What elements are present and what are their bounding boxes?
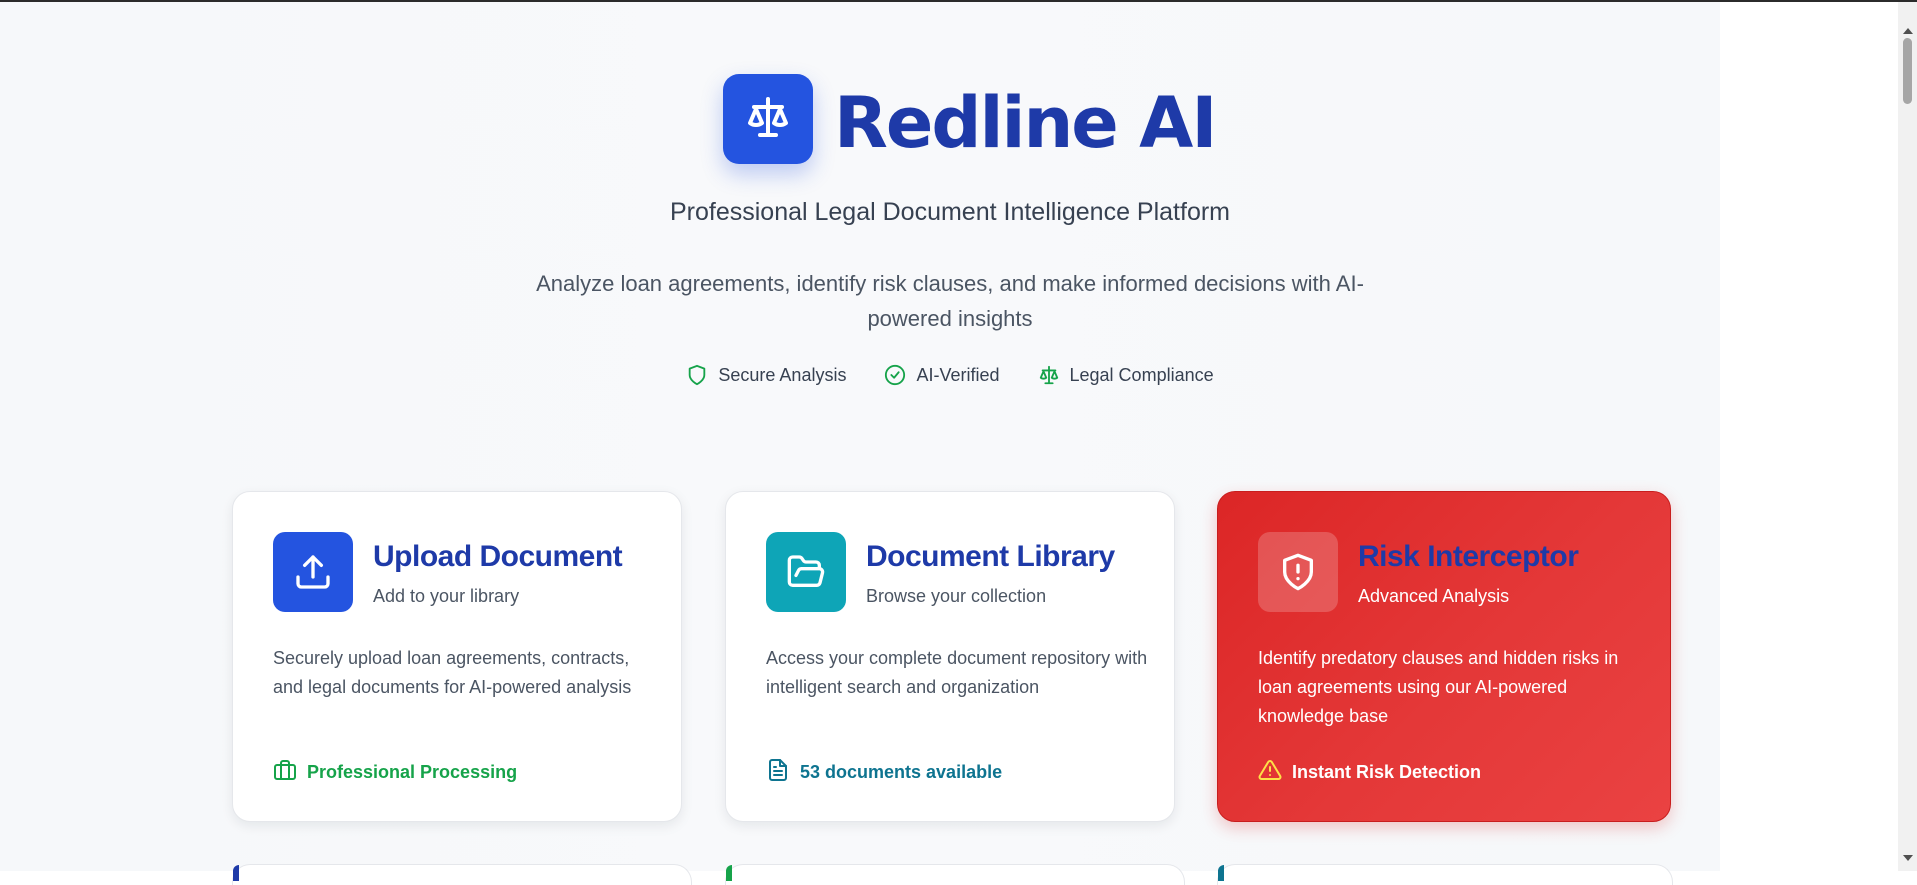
card-title: Document Library [866, 540, 1115, 573]
next-card-peek[interactable] [725, 864, 1185, 885]
next-card-peek[interactable] [1217, 864, 1673, 885]
card-subtitle: Browse your collection [866, 586, 1047, 606]
file-text-icon [766, 758, 790, 787]
feature-label: Secure Analysis [718, 364, 847, 385]
feature-label: Legal Compliance [1069, 364, 1214, 385]
upload-document-card[interactable]: Upload Document Add to your library Secu… [232, 491, 682, 822]
next-card-peek[interactable] [232, 864, 692, 885]
feature-legal-compliance: Legal Compliance [1038, 364, 1214, 386]
card-footer-label: Instant Risk Detection [1292, 762, 1482, 782]
card-footer-label: 53 documents available [800, 762, 1003, 782]
scale-icon [1038, 364, 1060, 386]
card-accent [726, 865, 732, 881]
folder-open-icon [766, 532, 846, 612]
card-accent [233, 865, 239, 881]
scale-icon [744, 93, 792, 146]
card-footer: Instant Risk Detection [1258, 758, 1481, 787]
page-margin [1720, 2, 1898, 871]
vertical-scrollbar[interactable] [1898, 2, 1917, 871]
feature-list: Secure Analysis AI-Verified Legal Compli… [560, 364, 1340, 386]
logo-badge [723, 74, 813, 164]
feature-ai-verified: AI-Verified [884, 364, 1000, 386]
warning-triangle-icon [1258, 758, 1282, 787]
document-library-card[interactable]: Document Library Browse your collection … [725, 491, 1175, 822]
card-subtitle: Add to your library [373, 586, 520, 606]
card-subtitle: Advanced Analysis [1358, 586, 1510, 606]
tagline: Professional Legal Document Intelligence… [669, 198, 1231, 226]
card-description: Securely upload loan agreements, contrac… [273, 648, 632, 697]
feature-label: AI-Verified [916, 364, 1000, 385]
scroll-down-arrow-icon[interactable] [1903, 855, 1913, 861]
hero-description: Analyze loan agreements, identify risk c… [536, 271, 1364, 331]
scrollbar-thumb[interactable] [1903, 38, 1912, 104]
check-circle-icon [884, 364, 906, 386]
card-footer-label: Professional Processing [307, 762, 518, 782]
card-description: Identify predatory clauses and hidden ri… [1258, 648, 1619, 726]
card-description: Access your complete document repository… [766, 648, 1148, 697]
feature-secure-analysis: Secure Analysis [686, 364, 846, 386]
card-title: Upload Document [373, 540, 623, 573]
scroll-up-arrow-icon[interactable] [1903, 28, 1913, 34]
shield-alert-icon [1258, 532, 1338, 612]
card-title: Risk Interceptor [1358, 540, 1579, 573]
card-accent [1218, 865, 1224, 881]
briefcase-icon [273, 758, 297, 787]
card-footer: 53 documents available [766, 758, 1002, 787]
upload-icon [273, 532, 353, 612]
card-footer: Professional Processing [273, 758, 517, 787]
risk-interceptor-card[interactable]: Risk Interceptor Advanced Analysis Ident… [1217, 491, 1671, 822]
shield-icon [686, 364, 708, 386]
app-title: Redline AI [834, 82, 1217, 164]
